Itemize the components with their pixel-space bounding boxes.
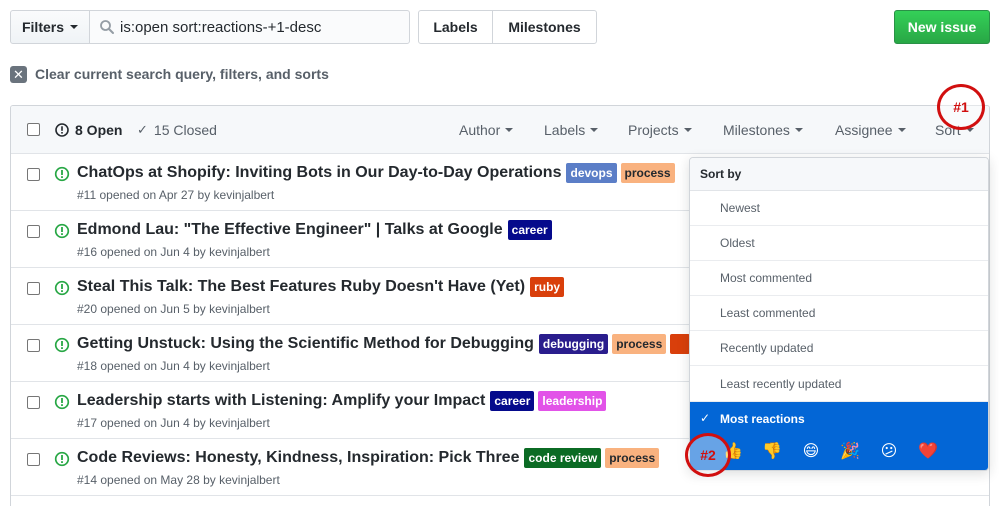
- sort-option-oldest[interactable]: Oldest: [690, 226, 988, 261]
- issue-opened-icon: [54, 394, 70, 410]
- filters-button[interactable]: Filters: [10, 10, 90, 44]
- issue-checkbox[interactable]: [27, 282, 40, 295]
- search-input[interactable]: is:open sort:reactions-+1-desc: [89, 10, 410, 44]
- assignee-menu-label: Assignee: [835, 122, 893, 138]
- issue-title-line: Edmond Lau: "The Effective Engineer" | T…: [77, 220, 552, 240]
- search-value: is:open sort:reactions-+1-desc: [120, 18, 322, 36]
- issue-opened-icon: [54, 166, 70, 182]
- chevron-down-icon: [70, 25, 78, 29]
- chevron-down-icon: [897, 128, 906, 132]
- issue-opened-icon: [55, 123, 69, 137]
- author-menu-label: Author: [459, 122, 501, 138]
- issue-title-link[interactable]: Leadership starts with Listening: Amplif…: [77, 392, 485, 410]
- clear-filters-label: Clear current search query, filters, and…: [35, 66, 329, 82]
- issue-meta: #11 opened on Apr 27 by kevinjalbert: [77, 188, 275, 202]
- projects-menu-label: Projects: [628, 122, 679, 138]
- labels-menu[interactable]: Labels: [544, 122, 599, 138]
- closed-count: 15 Closed: [153, 122, 217, 138]
- issue-opened-icon: [54, 223, 70, 239]
- issue-meta: #18 opened on Jun 4 by kevinjalbert: [77, 359, 270, 373]
- issue-label[interactable]: ruby: [530, 277, 565, 297]
- issue-checkbox[interactable]: [27, 225, 40, 238]
- check-icon: ✓: [137, 122, 148, 137]
- issue-checkbox[interactable]: [27, 339, 40, 352]
- milestones-menu-label: Milestones: [723, 122, 790, 138]
- issue-label[interactable]: process: [605, 448, 660, 468]
- filters-label: Filters: [21, 19, 64, 35]
- check-icon: ✓: [700, 411, 711, 425]
- issue-label[interactable]: process: [620, 163, 675, 183]
- chevron-down-icon: [505, 128, 514, 132]
- issue-title-line: Code Reviews: Honesty, Kindness, Inspira…: [77, 448, 660, 468]
- sort-option-most-commented[interactable]: Most commented: [690, 261, 988, 296]
- issue-label[interactable]: devops: [566, 163, 617, 183]
- issue-label[interactable]: process: [612, 334, 667, 354]
- author-menu[interactable]: Author: [459, 122, 514, 138]
- sort-option-least-recently-updated[interactable]: Least recently updated: [690, 366, 988, 402]
- issue-title-link[interactable]: Code Reviews: Honesty, Kindness, Inspira…: [77, 449, 519, 467]
- issue-checkbox[interactable]: [27, 396, 40, 409]
- sort-option-recently-updated[interactable]: Recently updated: [690, 331, 988, 366]
- projects-menu[interactable]: Projects: [628, 122, 692, 138]
- issue-opened-icon: [54, 337, 70, 353]
- sort-dropdown: Sort by Newest Oldest Most commented Lea…: [689, 157, 989, 471]
- issue-label[interactable]: career: [490, 391, 535, 411]
- select-all-checkbox[interactable]: [27, 123, 40, 136]
- issue-label[interactable]: [670, 334, 691, 354]
- issue-meta: #16 opened on Jun 4 by kevinjalbert: [77, 245, 270, 259]
- issue-meta: #14 opened on May 28 by kevinjalbert: [77, 473, 280, 487]
- close-icon: ✕: [10, 65, 27, 83]
- issue-label[interactable]: debugging: [538, 334, 609, 354]
- reaction-options: 👍 👎 😄 🎉 😕 ❤️: [722, 440, 939, 462]
- issue-title-link[interactable]: Steal This Talk: The Best Features Ruby …: [77, 278, 525, 296]
- issue-meta: #17 opened on Jun 4 by kevinjalbert: [77, 416, 270, 430]
- confused-icon[interactable]: 😕: [878, 440, 900, 462]
- chevron-down-icon: [590, 128, 599, 132]
- assignee-menu[interactable]: Assignee: [835, 122, 906, 138]
- issue-title-link[interactable]: Getting Unstuck: Using the Scientific Me…: [77, 335, 534, 353]
- issue-label[interactable]: career: [507, 220, 552, 240]
- milestones-button[interactable]: Milestones: [492, 10, 597, 44]
- labels-button[interactable]: Labels: [418, 10, 493, 44]
- sort-option-least-commented[interactable]: Least commented: [690, 296, 988, 331]
- chevron-down-icon: [794, 128, 803, 132]
- smile-icon[interactable]: 😄: [800, 440, 822, 462]
- open-issues-tab[interactable]: 8 Open: [55, 122, 122, 138]
- issue-meta: #20 opened on Jun 5 by kevinjalbert: [77, 302, 270, 316]
- issue-title-line: Leadership starts with Listening: Amplif…: [77, 391, 607, 411]
- closed-issues-tab[interactable]: ✓ 15 Closed: [137, 122, 217, 138]
- clear-filters-link[interactable]: ✕ Clear current search query, filters, a…: [10, 64, 329, 84]
- issue-checkbox[interactable]: [27, 453, 40, 466]
- issue-opened-icon: [54, 451, 70, 467]
- sort-option-most-reactions-label: Most reactions: [720, 412, 805, 426]
- issue-opened-icon: [54, 280, 70, 296]
- issue-title-line: Steal This Talk: The Best Features Ruby …: [77, 277, 565, 297]
- issue-title-line: ChatOps at Shopify: Inviting Bots in Our…: [77, 163, 675, 183]
- heart-icon[interactable]: ❤️: [917, 440, 939, 462]
- issue-title-line: Getting Unstuck: Using the Scientific Me…: [77, 334, 691, 354]
- annotation-1: #1: [937, 84, 985, 130]
- chevron-down-icon: [683, 128, 692, 132]
- tada-icon[interactable]: 🎉: [839, 440, 861, 462]
- issue-title-link[interactable]: Edmond Lau: "The Effective Engineer" | T…: [77, 221, 503, 239]
- thumbs-down-icon[interactable]: 👎: [761, 440, 783, 462]
- sort-option-newest[interactable]: Newest: [690, 191, 988, 226]
- issue-label[interactable]: leadership: [538, 391, 607, 411]
- sort-option-most-reactions[interactable]: ✓ Most reactions 👍 👎 😄 🎉 😕 ❤️: [690, 402, 988, 470]
- annotation-2: #2: [685, 433, 731, 477]
- issues-header: 8 Open ✓ 15 Closed Author Labels Project…: [11, 106, 989, 154]
- labels-menu-label: Labels: [544, 122, 586, 138]
- search-icon: [100, 20, 114, 34]
- milestones-menu[interactable]: Milestones: [723, 122, 803, 138]
- open-count: 8 Open: [75, 122, 123, 138]
- issue-title-link[interactable]: ChatOps at Shopify: Inviting Bots in Our…: [77, 164, 561, 182]
- sort-dropdown-header: Sort by: [690, 158, 988, 191]
- issue-checkbox[interactable]: [27, 168, 40, 181]
- issue-label[interactable]: code review: [524, 448, 602, 468]
- new-issue-button[interactable]: New issue: [894, 10, 990, 44]
